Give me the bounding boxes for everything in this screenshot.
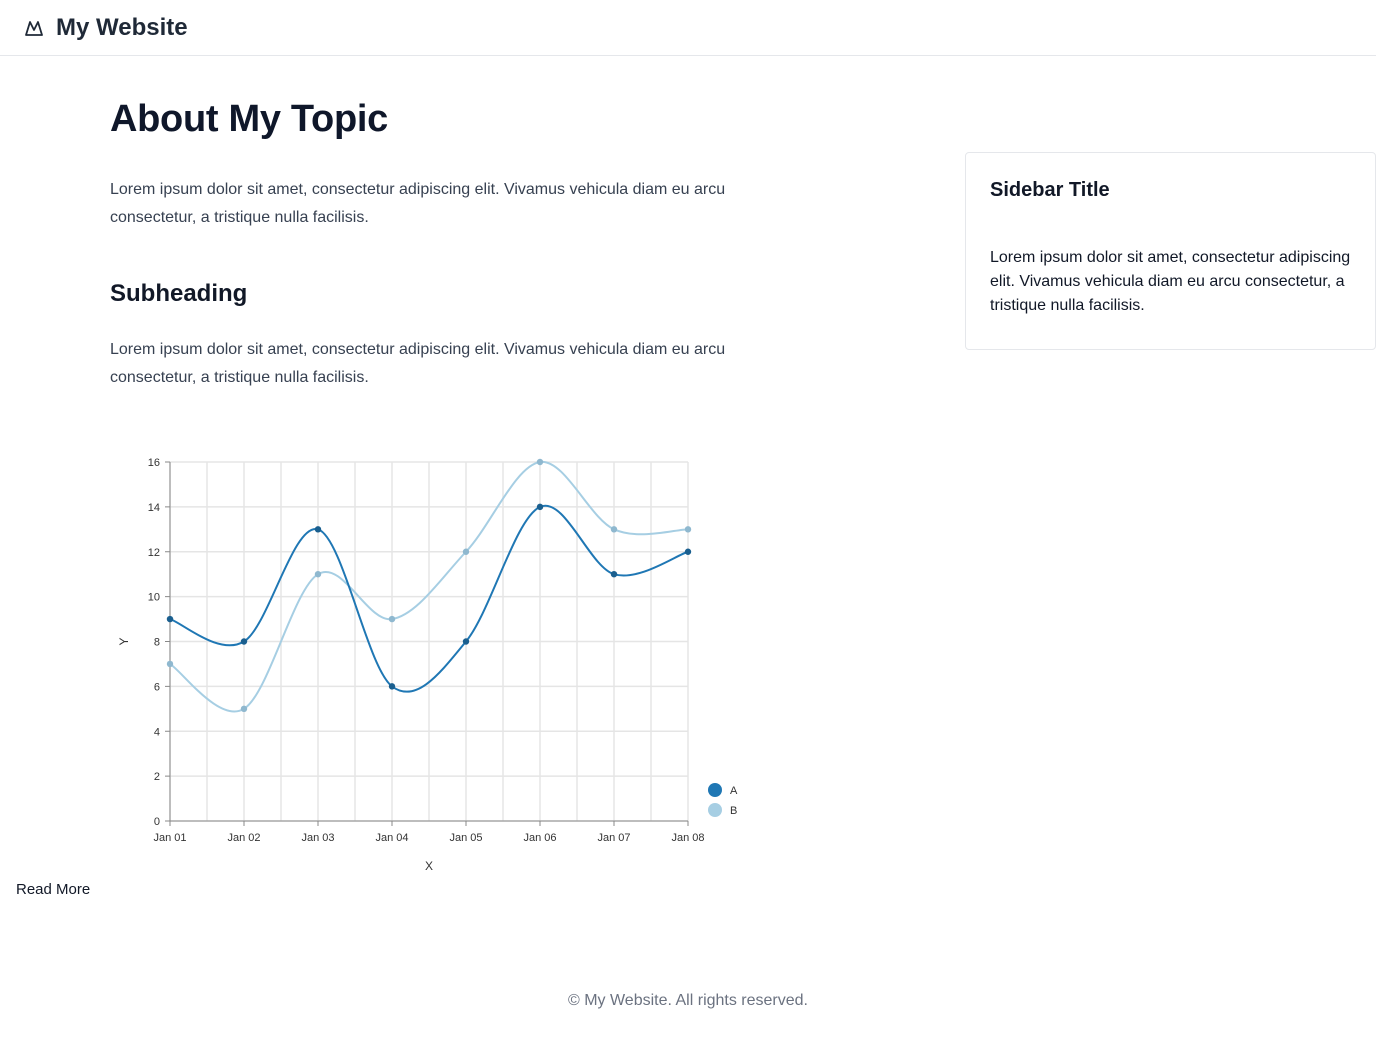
data-point-a	[166, 615, 174, 623]
body-paragraph: Lorem ipsum dolor sit amet, consectetur …	[110, 341, 726, 386]
footer-text: © My Website. All rights reserved.	[567, 992, 808, 1009]
y-tick-label: 16	[148, 457, 160, 469]
data-point-b	[166, 660, 174, 668]
mountain-icon[interactable]	[24, 18, 44, 38]
data-point-b	[240, 705, 248, 713]
legend-swatch-b	[708, 803, 722, 817]
x-tick-label: Jan 03	[301, 832, 334, 844]
data-point-b	[536, 458, 544, 466]
data-point-b	[388, 615, 396, 623]
sidebar-title: Sidebar Title	[990, 179, 1110, 201]
page-title: About My Topic	[110, 98, 388, 140]
data-point-b	[314, 570, 322, 578]
sidebar-card: Sidebar Title Lorem ipsum dolor sit amet…	[965, 152, 1376, 350]
y-tick-label: 4	[154, 726, 160, 738]
x-tick-label: Jan 04	[375, 832, 408, 844]
legend-label-b: B	[730, 805, 737, 817]
y-tick-label: 0	[154, 816, 160, 828]
x-tick-label: Jan 01	[153, 832, 186, 844]
x-tick-label: Jan 05	[449, 832, 482, 844]
y-tick-label: 2	[154, 771, 160, 783]
data-point-a	[314, 526, 322, 533]
line-chart: 0 2 4 6 8 10 12 14 16 Jan 01 Jan 02 Jan 03 Jan 04 Jan…	[117, 457, 738, 873]
intro-paragraph: Lorem ipsum dolor sit amet, consectetur …	[110, 181, 726, 226]
data-point-a	[240, 638, 248, 645]
y-tick-label: 10	[148, 592, 160, 604]
sidebar-text: Lorem ipsum dolor sit amet, consectetur …	[990, 249, 1351, 314]
y-tick-label: 14	[148, 502, 160, 514]
read-more-link[interactable]: Read More	[16, 881, 90, 898]
x-tick-label: Jan 08	[671, 832, 704, 844]
x-tick-label: Jan 07	[597, 832, 630, 844]
data-point-a	[684, 548, 692, 555]
x-tick-label: Jan 02	[227, 832, 260, 844]
legend-swatch-a	[708, 783, 722, 797]
y-axis-label: Y	[117, 637, 131, 645]
y-tick-label: 6	[154, 681, 160, 693]
subheading: Subheading	[110, 280, 248, 307]
site-name[interactable]: My Website	[56, 14, 188, 42]
data-point-b	[684, 526, 692, 533]
top-nav-bar: My Website	[0, 0, 1376, 56]
data-point-b	[462, 548, 470, 555]
data-point-b	[610, 526, 618, 533]
data-point-a	[462, 638, 470, 645]
y-tick-label: 8	[154, 637, 160, 649]
y-tick-label: 12	[148, 547, 160, 559]
x-tick-label: Jan 06	[523, 832, 556, 844]
data-point-a	[388, 683, 396, 690]
x-axis-label: X	[425, 859, 433, 873]
legend-label-a: A	[730, 785, 738, 797]
data-point-a	[610, 570, 618, 578]
data-point-a	[536, 503, 544, 511]
